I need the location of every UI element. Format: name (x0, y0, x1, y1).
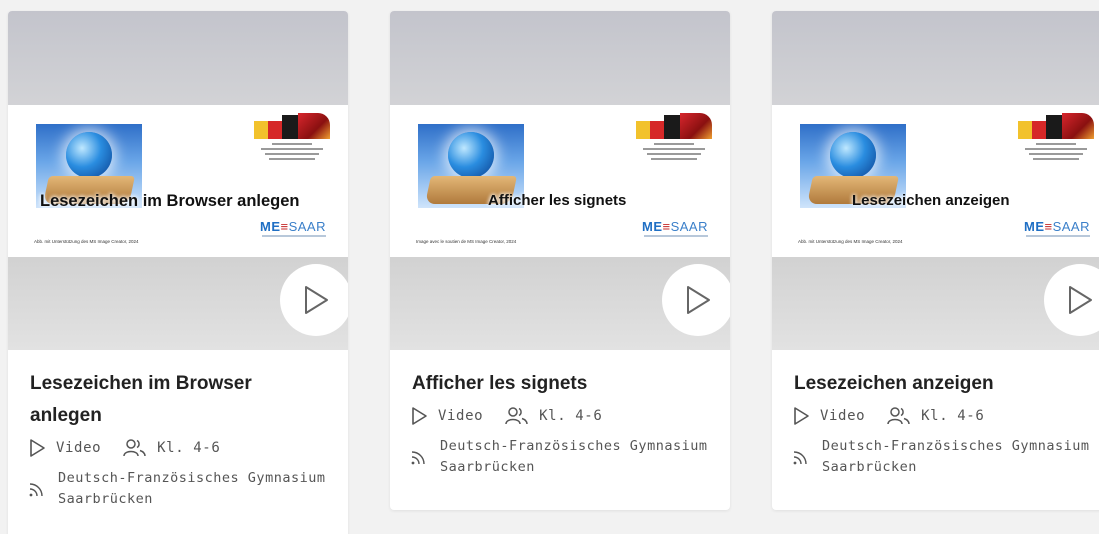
source-name: Deutsch-Französisches Gymnasium Saarbrüc… (440, 438, 708, 475)
play-button[interactable] (1044, 264, 1099, 350)
play-icon (1069, 286, 1092, 314)
play-icon (305, 286, 328, 314)
card-grid: Lesezeichen im Browser anlegen ME≡SAAR A… (0, 0, 1099, 534)
card-source: Deutsch-Französisches Gymnasium Saarbrüc… (410, 436, 710, 478)
card-meta: Video Kl. 4-6 (792, 406, 1092, 426)
video-type-icon (30, 439, 45, 457)
video-type-icon (794, 407, 809, 425)
source-name: Deutsch-Französisches Gymnasium Saarbrüc… (822, 438, 1090, 475)
users-icon (887, 407, 910, 425)
rss-feed-icon (29, 483, 43, 497)
flag-logo (636, 113, 712, 139)
grade-level: Kl. 4-6 (157, 440, 221, 456)
slide-credit: Abb. mit Unterstützung des MS Image Crea… (798, 239, 903, 244)
flag-logo (1018, 113, 1094, 139)
users-icon (123, 439, 146, 457)
rss-feed-icon (411, 451, 425, 465)
flag-logo (254, 113, 330, 139)
slide-preview: Lesezeichen anzeigen ME≡SAAR Abb. mit Un… (772, 105, 1099, 257)
card-title[interactable]: Lesezeichen anzeigen (792, 368, 1092, 400)
grade-level: Kl. 4-6 (921, 408, 985, 424)
slide-title: Afficher les signets (488, 192, 627, 209)
logo-caption (636, 143, 712, 163)
slide-credit: Image avec le soutien de MS Image Creato… (416, 239, 517, 244)
me-saar-logo: ME≡SAAR (260, 219, 326, 234)
card-source: Deutsch-Französisches Gymnasium Saarbrüc… (28, 468, 328, 510)
play-button[interactable] (280, 264, 348, 350)
media-type: Video (56, 440, 102, 456)
media-card[interactable]: Lesezeichen anzeigen ME≡SAAR Abb. mit Un… (772, 11, 1099, 510)
media-card[interactable]: Lesezeichen im Browser anlegen ME≡SAAR A… (8, 11, 348, 534)
video-type-icon (412, 407, 427, 425)
media-card[interactable]: Afficher les signets ME≡SAAR Image avec … (390, 11, 730, 510)
play-button[interactable] (662, 264, 730, 350)
logo-caption (254, 143, 330, 163)
slide-title: Lesezeichen anzeigen (852, 192, 1010, 209)
card-meta: Video Kl. 4-6 (28, 438, 328, 458)
card-meta: Video Kl. 4-6 (410, 406, 710, 426)
media-type: Video (820, 408, 866, 424)
card-thumbnail[interactable]: Afficher les signets ME≡SAAR Image avec … (390, 11, 730, 350)
grade-level: Kl. 4-6 (539, 408, 603, 424)
me-saar-logo: ME≡SAAR (642, 219, 708, 234)
media-type: Video (438, 408, 484, 424)
card-thumbnail[interactable]: Lesezeichen anzeigen ME≡SAAR Abb. mit Un… (772, 11, 1099, 350)
rss-feed-icon (793, 451, 807, 465)
slide-credit: Abb. mit Unterstützung des MS Image Crea… (34, 239, 139, 244)
users-icon (505, 407, 528, 425)
logo-caption (1018, 143, 1094, 163)
slide-preview: Afficher les signets ME≡SAAR Image avec … (390, 105, 730, 257)
slide-preview: Lesezeichen im Browser anlegen ME≡SAAR A… (8, 105, 348, 257)
source-name: Deutsch-Französisches Gymnasium Saarbrüc… (58, 470, 326, 507)
me-saar-logo: ME≡SAAR (1024, 219, 1090, 234)
card-thumbnail[interactable]: Lesezeichen im Browser anlegen ME≡SAAR A… (8, 11, 348, 350)
slide-title: Lesezeichen im Browser anlegen (40, 192, 300, 210)
card-title[interactable]: Afficher les signets (410, 368, 710, 400)
card-title[interactable]: Lesezeichen im Browser anlegen (28, 368, 328, 432)
play-icon (687, 286, 710, 314)
card-source: Deutsch-Französisches Gymnasium Saarbrüc… (792, 436, 1092, 478)
